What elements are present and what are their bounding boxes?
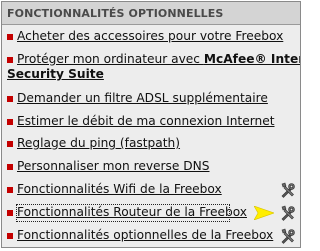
tools-icon[interactable] [279,182,296,199]
bullet-icon [7,119,13,125]
optional-features-panel: FONCTIONNALITÉS OPTIONNELLES Acheter des… [1,1,301,248]
bullet-icon [7,164,13,170]
list-item: Fonctionnalités Wifi de la Freebox [7,182,296,199]
list-item: Fonctionnalités optionnelles de la Freeb… [7,228,296,245]
link-text-bold-line2[interactable]: Security Suite [7,67,104,82]
list-item: Reglage du ping (fastpath) [7,136,296,151]
bullet-icon [7,96,13,102]
tools-icon[interactable] [279,228,296,245]
list-item: Demander un filtre ADSL supplémentaire [7,91,296,106]
link-ping-fastpath[interactable]: Reglage du ping (fastpath) [17,136,180,151]
link-adsl-filter[interactable]: Demander un filtre ADSL supplémentaire [17,91,268,106]
panel-title: FONCTIONNALITÉS OPTIONNELLES [2,2,300,25]
bullet-icon [7,233,13,239]
link-text: Protéger mon ordinateur avec [17,52,204,66]
tools-icon[interactable] [279,205,296,222]
list-item: Fonctionnalités Routeur de la Freebox [7,205,296,222]
link-buy-accessories[interactable]: Acheter des accessoires pour votre Freeb… [17,29,283,44]
link-wifi-features[interactable]: Fonctionnalités Wifi de la Freebox [17,182,222,197]
link-estimate-speed[interactable]: Estimer le débit de ma connexion Interne… [17,114,275,129]
link-reverse-dns[interactable]: Personnaliser mon reverse DNS [17,159,210,174]
list-item: Personnaliser mon reverse DNS [7,159,296,174]
bullet-icon [7,141,13,147]
bullet-icon [7,57,13,63]
list-item: Protéger mon ordinateur avec McAfee® Int… [7,52,300,84]
bullet-icon [7,187,13,193]
link-text-bold: McAfee® Internet [203,52,300,66]
yellow-arrow-icon [254,206,274,220]
link-mcafee-protection[interactable]: Protéger mon ordinateur avec McAfee® Int… [17,52,300,67]
link-optional-features[interactable]: Fonctionnalités optionnelles de la Freeb… [17,228,273,243]
list-item: Estimer le débit de ma connexion Interne… [7,114,296,129]
list-item: Acheter des accessoires pour votre Freeb… [7,29,296,44]
bullet-icon [7,210,13,216]
bullet-icon [7,34,13,40]
link-router-features[interactable]: Fonctionnalités Routeur de la Freebox [17,205,247,220]
